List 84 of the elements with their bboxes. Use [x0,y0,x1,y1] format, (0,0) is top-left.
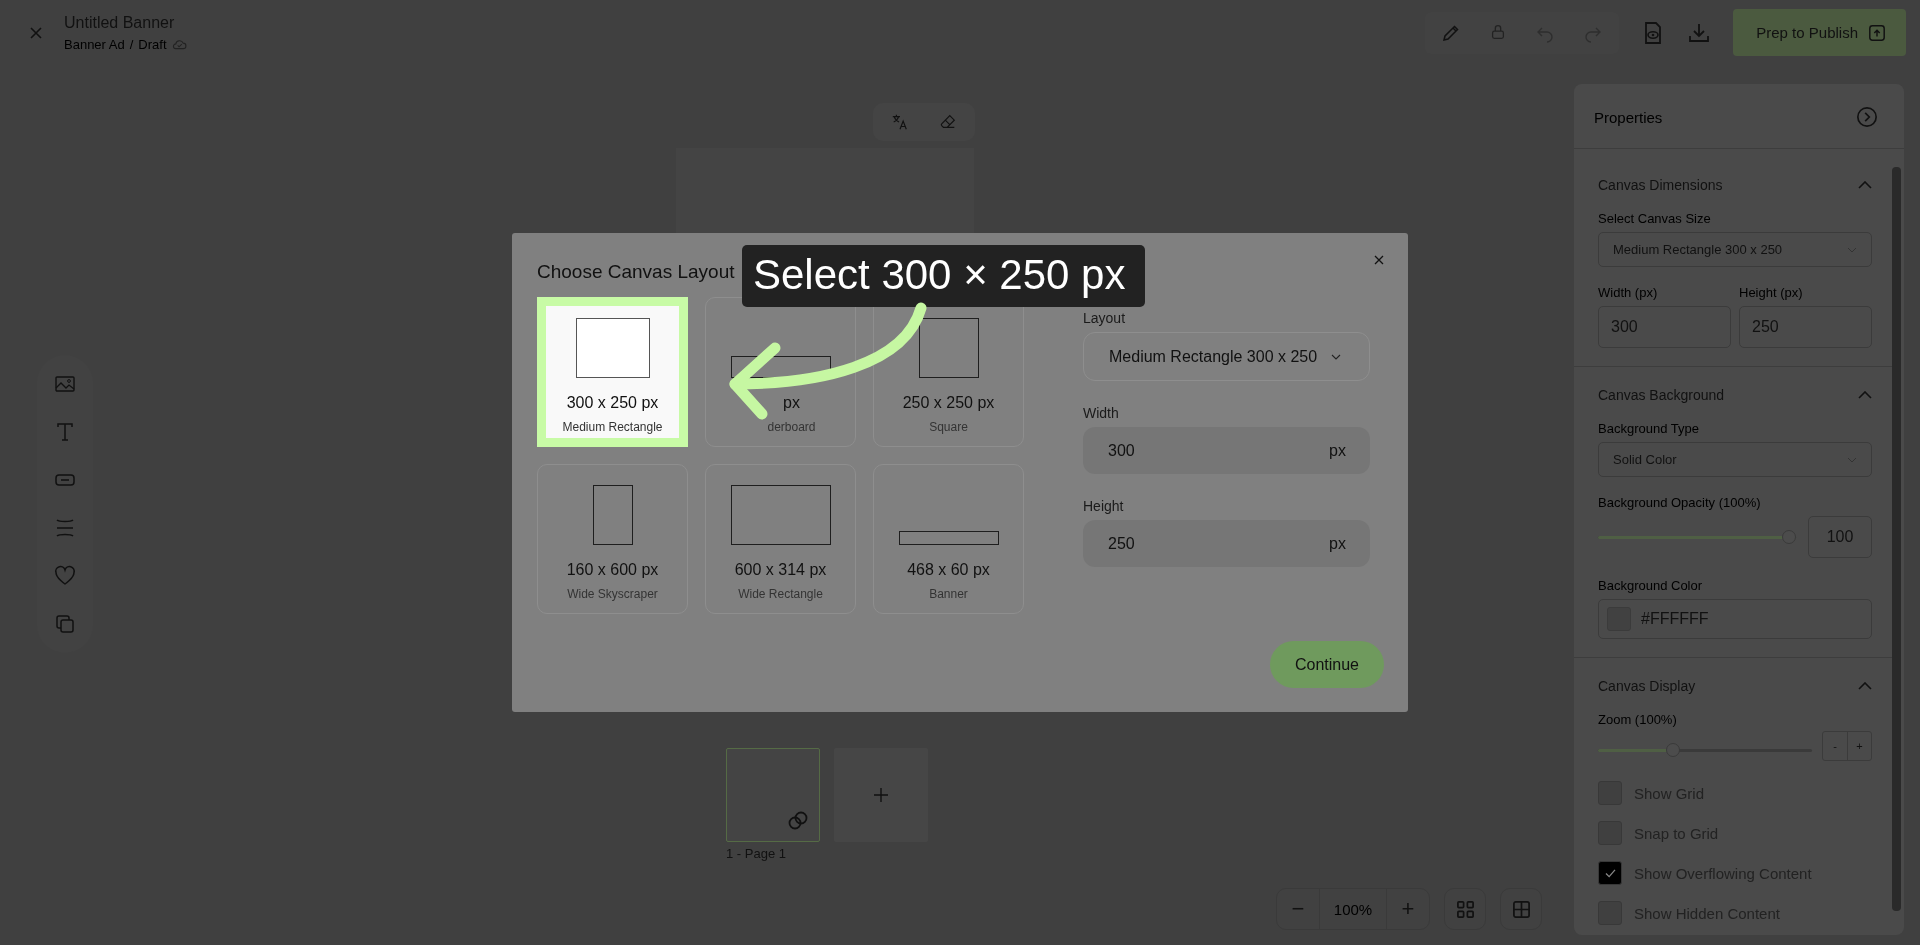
heart-icon[interactable] [54,565,76,587]
add-page-button[interactable] [834,748,928,842]
layout-card[interactable]: 300 x 250 px Medium Rectangle [537,297,688,447]
linked-circles-icon [787,809,809,831]
layout-name: Square [929,420,968,434]
panel-title: Properties [1594,108,1663,126]
color-field[interactable]: #FFFFFF [1598,599,1872,639]
layout-button[interactable] [1500,888,1542,930]
zoom-value: 100% [1319,889,1387,929]
scrollbar[interactable] [1892,167,1901,911]
breadcrumb-item: Draft [138,36,167,52]
chevron-circle-icon[interactable] [1856,106,1878,128]
cloud-icon [171,38,187,50]
size-preview [918,318,979,378]
width-field[interactable]: 300 [1598,306,1731,348]
text-icon[interactable] [54,421,76,443]
shapes-icon[interactable] [54,613,76,635]
publish-button[interactable]: Prep to Publish [1733,9,1906,56]
field-label: Background Opacity (100%) [1598,495,1762,510]
field-label: Zoom (100%) [1598,712,1678,727]
field-label: Background Color [1598,578,1704,593]
size-label: 468 x 60 px [907,561,990,579]
translate-icon[interactable] [891,113,909,131]
size-label: 250 x 250 px [902,394,995,412]
breadcrumb-item: Banner Ad [64,36,125,52]
zoom-out-button[interactable]: - [1823,732,1847,760]
chevron-icon[interactable] [1858,391,1872,399]
opacity-field[interactable]: 100 [1808,516,1872,558]
window-grid-icon [1511,899,1531,919]
layout-dropdown[interactable]: Medium Rectangle 300 x 250 [1083,332,1370,381]
zoom-out-button[interactable]: − [1277,889,1319,929]
section-title: Canvas Display [1598,678,1696,694]
eraser-icon[interactable] [939,113,957,131]
field-label: Background Type [1598,421,1700,436]
layout-card[interactable]: 468 x 60 px Banner [873,464,1024,614]
size-label: px [782,394,800,412]
field-label: Width (px) [1598,285,1659,300]
close-icon[interactable] [1374,255,1384,265]
chevron-icon[interactable] [1858,682,1872,690]
check-icon [1604,868,1616,878]
upload-icon [1868,23,1886,42]
size-label: 300 x 250 px [566,394,659,412]
spacing-icon[interactable] [54,517,76,539]
field-label: Layout [1083,310,1127,326]
height-field[interactable]: 250 [1739,306,1872,348]
zoom-in-button[interactable]: + [1847,732,1871,760]
slider-thumb[interactable] [1782,530,1796,544]
zoom-slider[interactable] [1598,743,1812,757]
dialog-title: Choose Canvas Layout [537,261,735,283]
checkbox[interactable] [1598,861,1622,885]
continue-button[interactable]: Continue [1270,641,1384,688]
field-label: Width [1083,405,1120,421]
layout-name: Banner [929,587,968,601]
width-field[interactable]: 300 px [1083,427,1370,474]
canvas-size-dropdown[interactable]: Medium Rectangle 300 x 250 [1598,232,1872,267]
layout-card[interactable]: 160 x 600 px Wide Skyscraper [537,464,688,614]
layout-name: Wide Skyscraper [567,587,658,601]
image-icon[interactable] [54,373,76,395]
layout-card[interactable]: 600 x 314 px Wide Rectangle [705,464,856,614]
field-label: Height [1083,498,1125,514]
layout-name: Medium Rectangle [562,420,663,434]
opacity-slider[interactable] [1598,530,1796,544]
layout-name: derboard [766,420,816,434]
section-title: Canvas Background [1598,387,1725,403]
grid-view-button[interactable] [1444,888,1486,930]
height-field[interactable]: 250 px [1083,520,1370,567]
breadcrumb-separator: / [129,36,134,52]
pencil-icon[interactable] [1441,22,1462,43]
zoom-in-button[interactable]: + [1387,889,1429,929]
field-label: Select Canvas Size [1598,211,1712,226]
field-label: Height (px) [1739,285,1804,300]
background-type-dropdown[interactable]: Solid Color [1598,442,1872,477]
grid-icon [1455,899,1475,919]
slider-thumb[interactable] [1666,743,1680,757]
caret-icon [1331,353,1341,360]
plus-icon [874,788,888,802]
page-thumbnail[interactable] [726,748,820,842]
size-label: 600 x 314 px [734,561,827,579]
tooltip: Select 300 × 250 px [742,245,1146,307]
chevron-icon[interactable] [1858,181,1872,189]
layout-name: Wide Rectangle [738,587,823,601]
section-title: Canvas Dimensions [1598,177,1723,193]
size-label: 160 x 600 px [566,561,659,579]
size-preview [592,485,633,545]
